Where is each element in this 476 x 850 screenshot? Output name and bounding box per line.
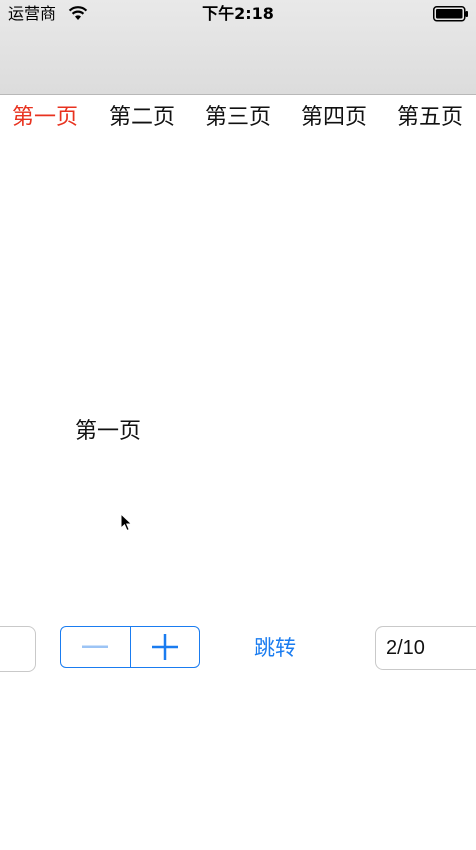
navigation-bar: 运营商 下午2:18 (0, 0, 476, 95)
tab-page-5[interactable]: 第五页 (382, 103, 476, 133)
page-content-label: 第一页 (75, 419, 142, 444)
battery-icon (433, 6, 469, 22)
tab-page-3[interactable]: 第三页 (190, 103, 286, 133)
page-stepper (60, 626, 200, 668)
minus-icon (82, 645, 109, 649)
text-field[interactable] (0, 626, 36, 672)
status-time: 下午2:18 (202, 4, 274, 23)
stepper-increment-button[interactable] (131, 627, 200, 667)
tab-page-1[interactable]: 第一页 (0, 103, 93, 133)
stepper-decrement-button[interactable] (61, 627, 131, 667)
tab-page-2[interactable]: 第二页 (94, 103, 190, 133)
mouse-pointer-icon (120, 512, 134, 533)
page-number-field (375, 626, 476, 670)
tab-page-4[interactable]: 第四页 (286, 103, 382, 133)
status-bar: 运营商 下午2:18 (0, 0, 476, 28)
plus-icon (151, 634, 178, 660)
jump-button[interactable]: 跳转 (245, 632, 305, 664)
page-number-input[interactable] (386, 627, 476, 669)
page-tab-bar: 第一页 第二页 第三页 第四页 第五页 (0, 95, 476, 141)
